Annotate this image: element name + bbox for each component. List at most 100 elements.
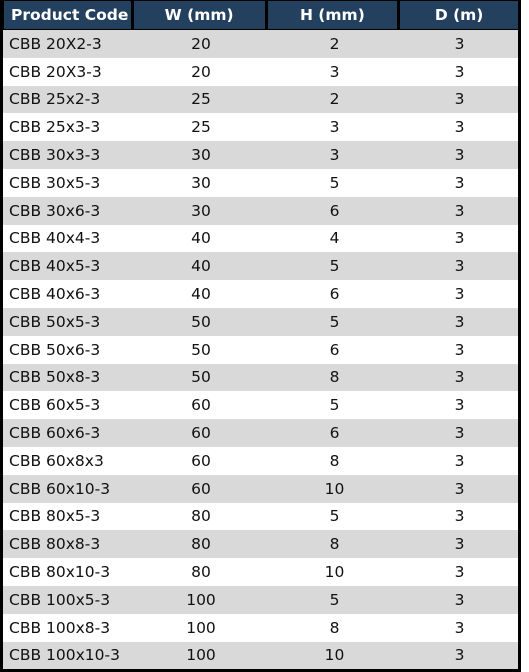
cell-height: 5: [329, 257, 340, 276]
cell-width: 50: [191, 340, 211, 359]
cell-width: 40: [191, 229, 211, 248]
table-row: CBB 80x5-3 80 5 3: [3, 502, 518, 531]
cell-depth: 3: [454, 257, 465, 276]
table-row: CBB 50x5-3 50 5 3: [3, 307, 518, 336]
cell-width: 60: [191, 424, 211, 443]
cell-depth: 3: [454, 479, 465, 498]
cell-depth: 3: [454, 90, 465, 109]
cell-width: 60: [191, 451, 211, 470]
cell-depth: 3: [454, 201, 465, 220]
cell-depth: 3: [454, 229, 465, 248]
cell-width: 100: [186, 646, 216, 665]
cell-product-code: CBB 60x8x3: [9, 451, 104, 470]
cell-height: 6: [329, 340, 340, 359]
cell-depth: 3: [454, 34, 465, 53]
cell-product-code: CBB 50x5-3: [9, 312, 101, 331]
cell-width: 100: [186, 590, 216, 609]
cell-width: 30: [191, 173, 211, 192]
cell-product-code: CBB 30x5-3: [9, 173, 101, 192]
cell-depth: 3: [454, 368, 465, 387]
cell-width: 20: [191, 34, 211, 53]
cell-product-code: CBB 80x10-3: [9, 563, 111, 582]
cell-product-code: CBB 60x5-3: [9, 396, 101, 415]
table-row: CBB 100x10-3 100 10 3: [3, 641, 518, 670]
table-row: CBB 40x5-3 40 5 3: [3, 252, 518, 281]
cell-width: 50: [191, 368, 211, 387]
table-row: CBB 30x6-3 30 6 3: [3, 196, 518, 225]
table-row: CBB 100x5-3 100 5 3: [3, 585, 518, 614]
table-row: CBB 60x5-3 60 5 3: [3, 391, 518, 420]
cell-height: 5: [329, 507, 340, 526]
cell-depth: 3: [454, 507, 465, 526]
cell-height: 6: [329, 201, 340, 220]
cell-depth: 3: [454, 618, 465, 637]
cell-depth: 3: [454, 62, 465, 81]
cell-height: 10: [324, 563, 345, 582]
cell-width: 50: [191, 312, 211, 331]
column-header-depth[interactable]: D (m): [400, 1, 518, 29]
cell-height: 5: [329, 173, 340, 192]
cell-width: 60: [191, 396, 211, 415]
cell-width: 25: [191, 90, 211, 109]
cell-height: 3: [329, 62, 340, 81]
cell-width: 100: [186, 618, 216, 637]
cell-depth: 3: [454, 312, 465, 331]
product-dimensions-table: Product Code W (mm) H (mm) D (m) CBB 20X…: [0, 0, 521, 672]
cell-product-code: CBB 40x6-3: [9, 285, 101, 304]
cell-product-code: CBB 100x10-3: [9, 646, 120, 665]
cell-width: 60: [191, 479, 211, 498]
cell-height: 8: [329, 618, 340, 637]
table-row: CBB 80x10-3 80 10 3: [3, 558, 518, 586]
column-header-product-code[interactable]: Product Code: [4, 1, 131, 29]
cell-width: 80: [191, 535, 211, 554]
cell-product-code: CBB 20X2-3: [9, 34, 102, 53]
cell-height: 5: [329, 590, 340, 609]
table-body: CBB 20X2-3 20 2 3 CBB 20X3-3 20 3 3 CBB 25x2-3 25…: [3, 30, 518, 670]
cell-product-code: CBB 50x6-3: [9, 340, 101, 359]
cell-depth: 3: [454, 396, 465, 415]
cell-product-code: CBB 80x5-3: [9, 507, 101, 526]
table-row: CBB 40x4-3 40 4 3: [3, 224, 518, 253]
cell-depth: 3: [454, 451, 465, 470]
table-row: CBB 30x5-3 30 5 3: [3, 168, 518, 197]
cell-height: 4: [329, 229, 340, 248]
table-row: CBB 50x8-3 50 8 3: [3, 363, 518, 392]
column-header-width[interactable]: W (mm): [133, 1, 265, 29]
cell-depth: 3: [454, 118, 465, 137]
cell-height: 2: [329, 34, 340, 53]
cell-height: 3: [329, 118, 340, 137]
table-row: CBB 20X2-3 20 2 3: [3, 30, 518, 58]
cell-width: 80: [191, 507, 211, 526]
cell-product-code: CBB 40x4-3: [9, 229, 101, 248]
cell-product-code: CBB 80x8-3: [9, 535, 101, 554]
cell-width: 40: [191, 285, 211, 304]
cell-depth: 3: [454, 590, 465, 609]
cell-product-code: CBB 60x10-3: [9, 479, 111, 498]
column-header-height[interactable]: H (mm): [267, 1, 398, 29]
cell-product-code: CBB 40x5-3: [9, 257, 101, 276]
cell-product-code: CBB 25x2-3: [9, 90, 101, 109]
cell-product-code: CBB 50x8-3: [9, 368, 101, 387]
cell-width: 30: [191, 146, 211, 165]
cell-height: 5: [329, 396, 340, 415]
cell-width: 40: [191, 257, 211, 276]
cell-product-code: CBB 30x6-3: [9, 201, 101, 220]
table-header-row: Product Code W (mm) H (mm) D (m): [3, 0, 518, 30]
cell-depth: 3: [454, 340, 465, 359]
cell-depth: 3: [454, 563, 465, 582]
cell-height: 8: [329, 368, 340, 387]
table-row: CBB 100x8-3 100 8 3: [3, 613, 518, 642]
cell-product-code: CBB 100x8-3: [9, 618, 111, 637]
cell-height: 6: [329, 285, 340, 304]
cell-height: 3: [329, 146, 340, 165]
cell-product-code: CBB 100x5-3: [9, 590, 111, 609]
table-row: CBB 25x2-3 25 2 3: [3, 85, 518, 114]
cell-height: 5: [329, 312, 340, 331]
table-row: CBB 60x6-3 60 6 3: [3, 419, 518, 447]
table-row: CBB 60x8x3 60 8 3: [3, 446, 518, 475]
cell-height: 6: [329, 424, 340, 443]
cell-depth: 3: [454, 646, 465, 665]
cell-depth: 3: [454, 146, 465, 165]
table-row: CBB 40x6-3 40 6 3: [3, 280, 518, 308]
cell-width: 30: [191, 201, 211, 220]
